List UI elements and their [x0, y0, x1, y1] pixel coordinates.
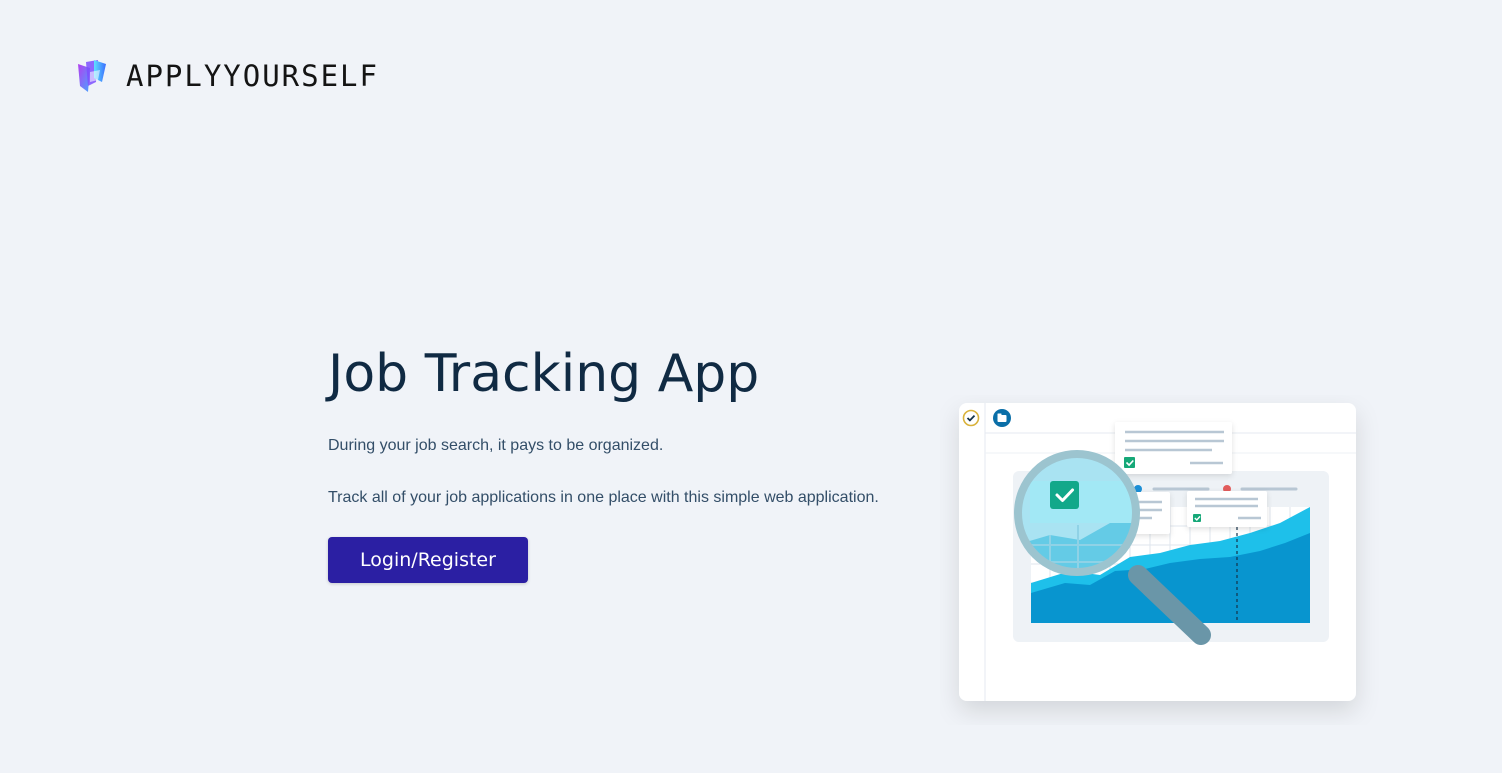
landing-page: APPLYYOURSELF Job Tracking App During yo…: [0, 0, 1502, 773]
application-card-right: [1187, 491, 1267, 527]
folder-icon: [993, 409, 1011, 427]
job-search-illustration: [959, 403, 1356, 701]
brand-logo-link[interactable]: APPLYYOURSELF: [76, 58, 379, 94]
application-card-top: [1115, 422, 1232, 474]
brand-name: APPLYYOURSELF: [126, 59, 379, 93]
hero-description: Track all of your job applications in on…: [328, 489, 879, 506]
login-register-button[interactable]: Login/Register: [328, 537, 528, 583]
hero-tagline: During your job search, it pays to be or…: [328, 437, 664, 454]
hero-title: Job Tracking App: [328, 344, 760, 404]
logo-mark-icon: [78, 60, 106, 92]
checkbox-checked-icon: [1050, 481, 1079, 509]
check-circle-icon: [962, 409, 980, 427]
